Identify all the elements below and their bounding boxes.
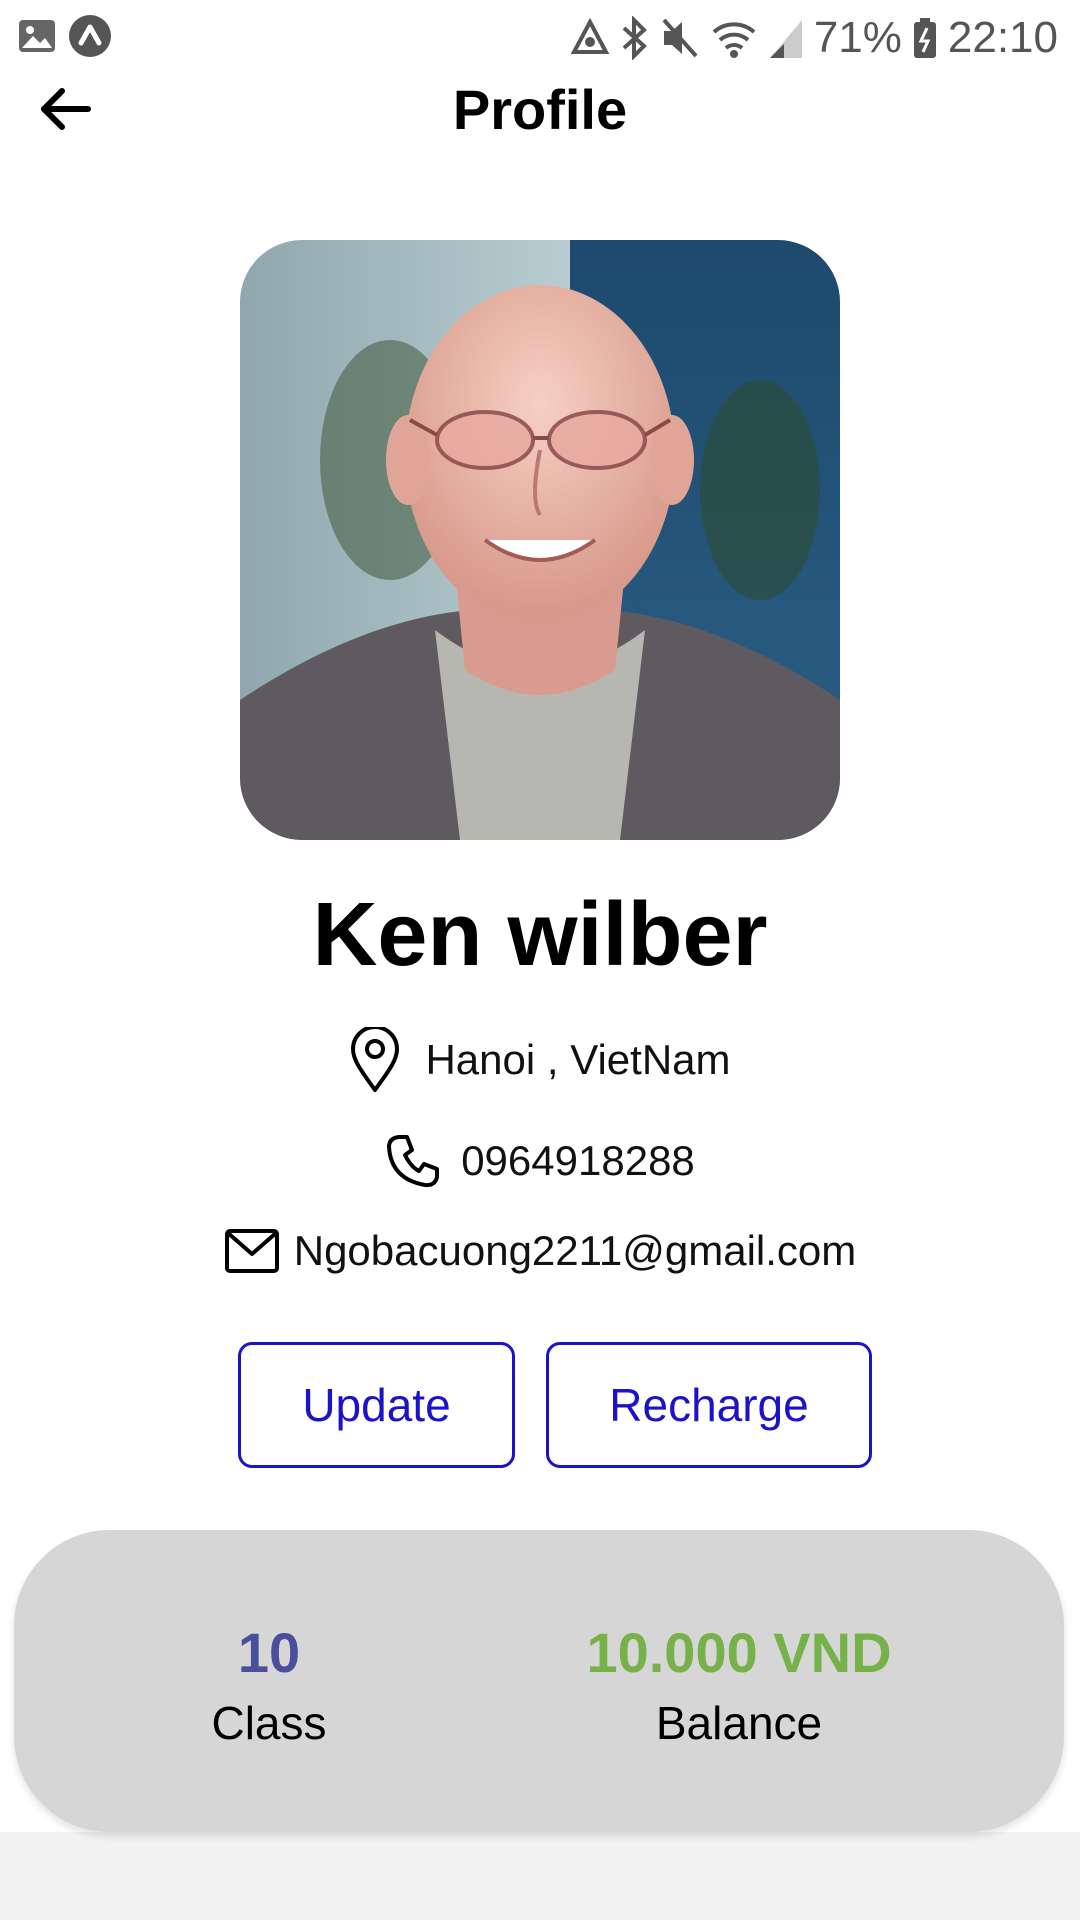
phone-row: 0964918288 bbox=[0, 1130, 1080, 1192]
phone-icon bbox=[385, 1133, 441, 1189]
clock: 22:10 bbox=[947, 13, 1058, 62]
stats-card: 10 Class 10.000 VND Balance bbox=[14, 1530, 1064, 1832]
balance-amount: 10.000 VND bbox=[586, 1621, 892, 1684]
wifi-icon bbox=[710, 16, 758, 60]
bluetooth-icon bbox=[620, 16, 650, 60]
status-bar-right: 71% 22:10 bbox=[570, 10, 1058, 66]
class-stat: 10 Class bbox=[124, 1618, 414, 1758]
class-label: Class bbox=[211, 1697, 327, 1749]
mute-icon bbox=[660, 16, 700, 60]
status-bar-left bbox=[18, 14, 112, 58]
battery-icon bbox=[912, 16, 938, 60]
update-button[interactable]: Update bbox=[238, 1342, 515, 1468]
mail-icon bbox=[224, 1228, 280, 1274]
map-pin-icon bbox=[349, 1027, 401, 1093]
recharge-button[interactable]: Recharge bbox=[546, 1342, 872, 1468]
battery-percentage: 71% bbox=[813, 13, 902, 62]
location-text: Hanoi , VietNam bbox=[425, 1036, 731, 1083]
status-bar: 71% 22:10 bbox=[0, 0, 1080, 72]
balance-stat: 10.000 VND Balance bbox=[504, 1618, 974, 1758]
email-row: Ngobacuong2211@gmail.com bbox=[0, 1220, 1080, 1282]
profile-name: Ken wilber bbox=[312, 885, 768, 985]
class-count: 10 bbox=[237, 1621, 301, 1684]
balance-label: Balance bbox=[655, 1697, 823, 1749]
cellular-signal-icon bbox=[768, 16, 804, 60]
page-title: Profile bbox=[452, 78, 628, 141]
avatar bbox=[240, 240, 840, 840]
profile-screen: 71% 22:10 Profile Ken wilber Hanoi , Vie… bbox=[0, 0, 1080, 1832]
phone-text: 0964918288 bbox=[461, 1137, 695, 1184]
data-saver-icon bbox=[570, 18, 610, 58]
expo-notification-icon bbox=[68, 14, 112, 58]
email-text: Ngobacuong2211@gmail.com bbox=[293, 1227, 857, 1274]
gallery-notification-icon bbox=[18, 19, 56, 53]
location-row: Hanoi , VietNam bbox=[0, 1020, 1080, 1100]
